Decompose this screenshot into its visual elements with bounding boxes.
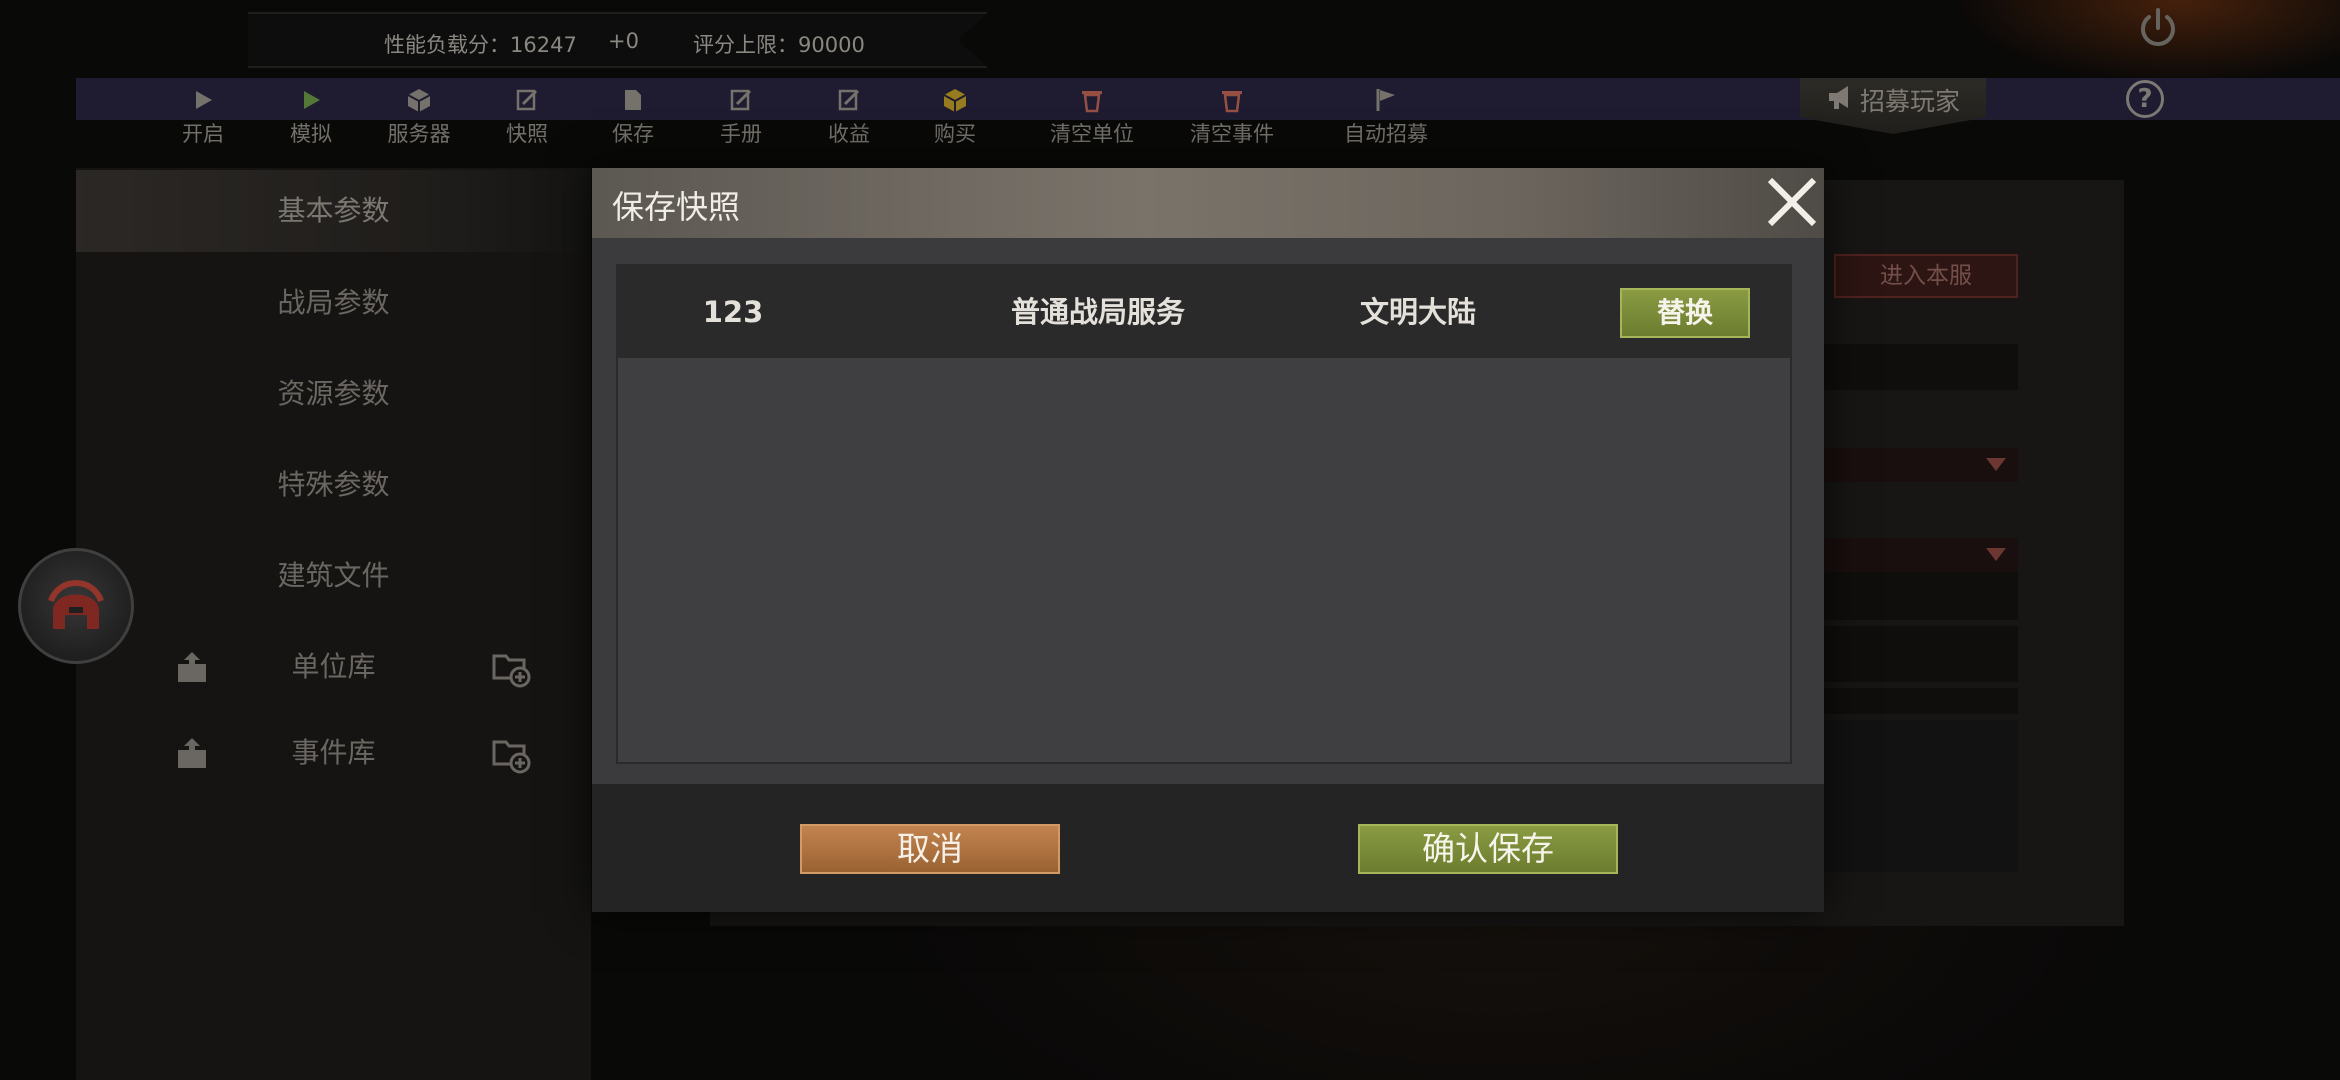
- event-library-row: 事件库: [76, 728, 591, 778]
- toolbar-server-button[interactable]: 服务器: [374, 86, 464, 148]
- toolbar-income-button[interactable]: 收益: [804, 86, 894, 148]
- toolbar-label: 服务器: [387, 122, 451, 146]
- megaphone-icon: [1826, 82, 1856, 118]
- folder-add-icon[interactable]: [492, 736, 532, 778]
- background-field: [1820, 626, 2018, 682]
- sidebar-item-basic-params[interactable]: 基本参数: [76, 170, 591, 252]
- cube-yellow-icon: [910, 86, 1000, 114]
- enter-server-button[interactable]: 进入本服: [1834, 254, 2018, 298]
- trash-icon: [1048, 86, 1136, 114]
- play-green-icon: [266, 86, 356, 114]
- snapshot-row[interactable]: 123 普通战局服务 文明大陆 替换: [618, 266, 1790, 358]
- replace-button[interactable]: 替换: [1620, 288, 1750, 338]
- power-icon[interactable]: [2130, 0, 2186, 56]
- edit-icon: [696, 86, 786, 114]
- snapshot-type: 普通战局服务: [1010, 295, 1185, 329]
- toolbar-snapshot-button[interactable]: 快照: [482, 86, 572, 148]
- chevron-down-icon: [1986, 548, 2006, 561]
- toolbar-label: 模拟: [290, 122, 332, 146]
- background-textarea: [1820, 720, 2018, 872]
- cancel-button[interactable]: 取消: [800, 824, 1060, 874]
- background-dropdown[interactable]: [1820, 448, 2018, 482]
- sidebar-item-special-params[interactable]: 特殊参数: [76, 444, 591, 526]
- dialog-footer: 取消 确认保存: [592, 784, 1824, 912]
- edit-icon: [804, 86, 894, 114]
- background-dropdown[interactable]: [1820, 538, 2018, 572]
- document-icon: [588, 86, 678, 114]
- sidebar-item-resource-params[interactable]: 资源参数: [76, 353, 591, 435]
- background-field: [1820, 572, 2018, 620]
- toolbar-label: 清空事件: [1190, 122, 1274, 146]
- game-screen: 性能负载分：16247 +0 评分上限：90000 开启 模拟 服务器 快照 保…: [0, 0, 2340, 1080]
- trash-icon: [1188, 86, 1276, 114]
- toolbar-label: 开启: [182, 122, 224, 146]
- dialog-header: 保存快照: [592, 168, 1824, 238]
- toolbar-start-button[interactable]: 开启: [158, 86, 248, 148]
- help-icon[interactable]: ?: [2126, 80, 2164, 118]
- background-field: [1820, 344, 2018, 390]
- performance-status-bar: 性能负载分：16247 +0 评分上限：90000: [248, 12, 988, 68]
- recruit-label: 招募玩家: [1859, 87, 1960, 116]
- toolbar-label: 自动招募: [1344, 122, 1428, 146]
- snapshot-id: 123: [702, 295, 764, 329]
- background-field: [1820, 688, 2018, 714]
- cube-icon: [374, 86, 464, 114]
- toolbar-label: 手册: [720, 122, 762, 146]
- chevron-down-icon: [1986, 458, 2006, 471]
- helmet-icon: [48, 580, 104, 629]
- snapshot-map: 文明大陆: [1359, 295, 1476, 329]
- edit-icon: [482, 86, 572, 114]
- toolbar-label: 保存: [612, 122, 654, 146]
- toolbar-auto-recruit-button[interactable]: 自动招募: [1342, 86, 1430, 148]
- play-icon: [158, 86, 248, 114]
- flag-icon: [1342, 86, 1430, 114]
- confirm-save-button[interactable]: 确认保存: [1358, 824, 1618, 874]
- toolbar-label: 快照: [506, 122, 548, 146]
- toolbar-label: 收益: [828, 122, 870, 146]
- toolbar-label: 清空单位: [1050, 122, 1134, 146]
- toolbar-manual-button[interactable]: 手册: [696, 86, 786, 148]
- toolbar-buy-button[interactable]: 购买: [910, 86, 1000, 148]
- helmet-floating-button[interactable]: [18, 548, 134, 664]
- toolbar-simulate-button[interactable]: 模拟: [266, 86, 356, 148]
- folder-add-icon[interactable]: [492, 650, 532, 692]
- close-icon[interactable]: [1762, 172, 1822, 232]
- performance-load-text: 性能负载分：16247: [384, 33, 577, 57]
- toolbar-clear-events-button[interactable]: 清空事件: [1188, 86, 1276, 148]
- dialog-title: 保存快照: [612, 188, 741, 226]
- score-limit-text: 评分上限：90000: [693, 33, 865, 57]
- sidebar-item-building-files[interactable]: 建筑文件: [76, 535, 591, 617]
- unit-library-row: 单位库: [76, 642, 591, 692]
- recruit-players-button[interactable]: 招募玩家: [1800, 78, 1986, 134]
- toolbar-label: 购买: [934, 122, 976, 146]
- snapshot-list: 123 普通战局服务 文明大陆 替换: [616, 264, 1792, 764]
- performance-delta-text: +0: [608, 29, 639, 53]
- save-snapshot-dialog: 保存快照 123 普通战局服务 文明大陆 替换 取消 确认保存: [592, 168, 1824, 912]
- toolbar-clear-units-button[interactable]: 清空单位: [1048, 86, 1136, 148]
- toolbar-save-button[interactable]: 保存: [588, 86, 678, 148]
- sidebar: 基本参数 战局参数 资源参数 特殊参数 建筑文件 单位库 事件库: [76, 168, 591, 1080]
- sidebar-item-battle-params[interactable]: 战局参数: [76, 262, 591, 344]
